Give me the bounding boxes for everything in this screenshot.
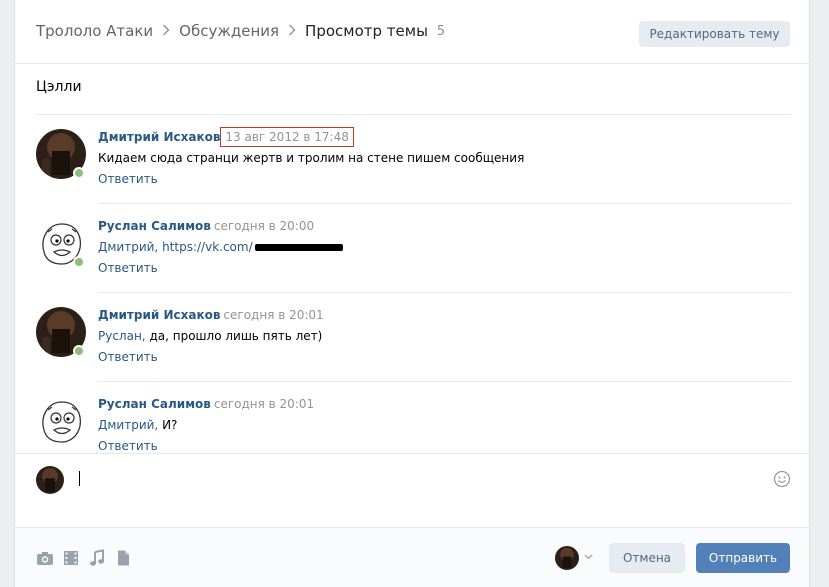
reply-to-name[interactable]: Дмитрий, <box>98 418 158 432</box>
comment-body: И? <box>162 418 178 432</box>
comment-author[interactable]: Руслан Салимов <box>98 219 211 233</box>
header: Трололо Атаки Обсуждения Просмотр темы 5… <box>15 0 809 64</box>
composer-footer: Отмена Отправить <box>15 527 809 587</box>
comment-author[interactable]: Дмитрий Исхаков <box>98 308 220 322</box>
comment-count: 5 <box>436 23 446 39</box>
reply-link[interactable]: Ответить <box>98 171 524 187</box>
comment-author[interactable]: Дмитрий Исхаков <box>98 130 220 144</box>
sender-avatar[interactable] <box>555 546 579 570</box>
discussion-card: Трололо Атаки Обсуждения Просмотр темы 5… <box>14 0 810 587</box>
comment-text: Дмитрий, И? <box>98 417 314 433</box>
comment-date[interactable]: сегодня в 20:01 <box>223 308 323 322</box>
comment-text: Руслан, да, прошло лишь пять лет) <box>98 328 324 344</box>
redaction-mark <box>254 244 343 251</box>
reply-to-name[interactable]: Дмитрий, <box>98 240 158 254</box>
online-indicator <box>73 345 85 357</box>
reply-link[interactable]: Ответить <box>98 349 324 365</box>
chevron-down-icon[interactable] <box>584 552 593 563</box>
camera-icon[interactable] <box>36 549 54 567</box>
comment-date[interactable]: 13 авг 2012 в 17:48 <box>220 127 354 147</box>
breadcrumb: Трололо Атаки Обсуждения Просмотр темы 5 <box>36 22 445 40</box>
text-cursor <box>79 471 80 486</box>
emoji-icon[interactable] <box>773 470 791 488</box>
divider <box>98 381 791 382</box>
online-indicator <box>73 256 85 268</box>
comment-text: Дмитрий, https://vk.com/ <box>98 239 343 255</box>
divider <box>98 292 791 293</box>
document-icon[interactable] <box>114 549 132 567</box>
topic-title: Цэлли <box>36 79 82 95</box>
avatar[interactable] <box>36 396 86 446</box>
comment-author[interactable]: Руслан Салимов <box>98 397 211 411</box>
online-indicator <box>73 167 85 179</box>
cancel-button[interactable]: Отмена <box>609 543 685 573</box>
reply-link[interactable]: Ответить <box>98 438 314 454</box>
comment-composer[interactable] <box>15 453 809 527</box>
edit-topic-button[interactable]: Редактировать тему <box>639 21 790 47</box>
chevron-right-icon <box>288 22 296 40</box>
comment-date[interactable]: сегодня в 20:00 <box>214 219 314 233</box>
comment-body: да, прошло лишь пять лет) <box>149 329 323 343</box>
divider <box>36 114 791 115</box>
reply-to-name[interactable]: Руслан, <box>98 329 146 343</box>
chevron-right-icon <box>162 22 170 40</box>
music-icon[interactable] <box>88 549 106 567</box>
send-button[interactable]: Отправить <box>696 543 790 573</box>
reply-link[interactable]: Ответить <box>98 260 343 276</box>
breadcrumb-discussions[interactable]: Обсуждения <box>179 22 279 40</box>
breadcrumb-group[interactable]: Трололо Атаки <box>36 22 153 40</box>
divider <box>98 203 791 204</box>
comment-link[interactable]: https://vk.com/ <box>162 240 253 254</box>
comment-text: Кидаем сюда странци жертв и тролим на ст… <box>98 151 525 165</box>
comment-date[interactable]: сегодня в 20:01 <box>214 397 314 411</box>
avatar <box>36 466 64 494</box>
breadcrumb-current: Просмотр темы <box>305 22 428 40</box>
video-icon[interactable] <box>62 549 80 567</box>
